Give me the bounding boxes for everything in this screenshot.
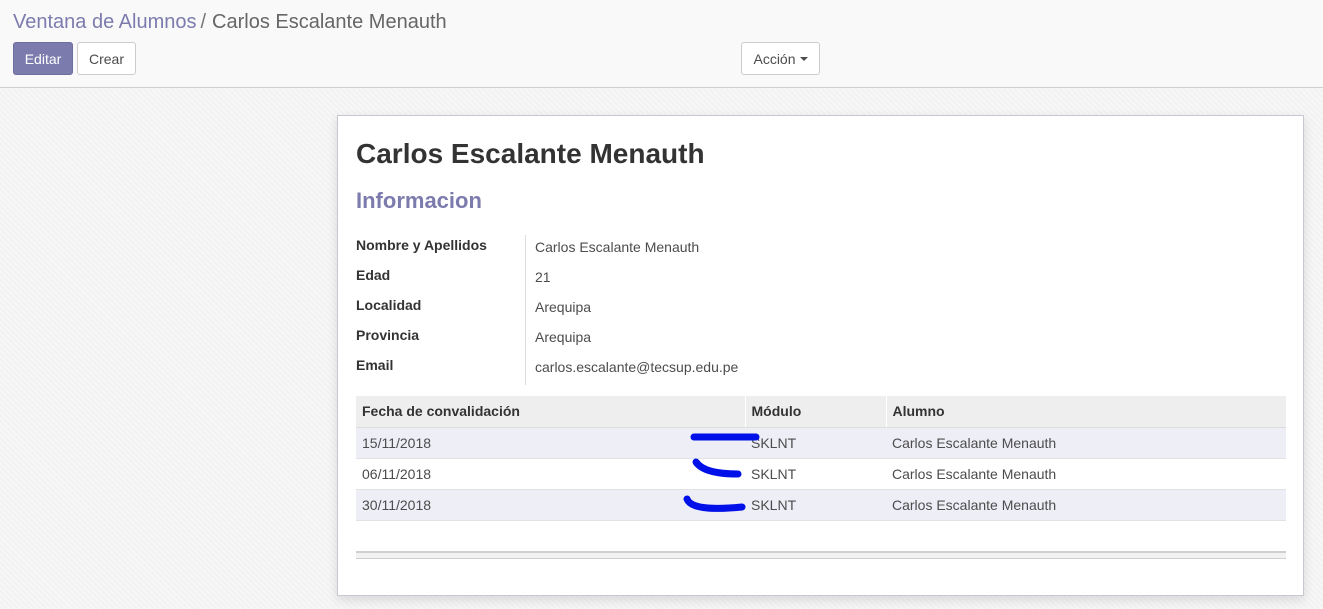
field-value-nombre: Carlos Escalante Menauth (535, 239, 700, 255)
field-value-localidad: Arequipa (535, 299, 592, 315)
table-cell-alumno: Carlos Escalante Menauth (886, 489, 1286, 521)
table-row[interactable]: 15/11/2018 SKLNT Carlos Escalante Menaut… (356, 427, 1286, 459)
control-panel: Ventana de Alumnos / Carlos Escalante Mena… (0, 0, 1323, 88)
breadcrumb: Ventana de Alumnos / Carlos Escalante Mena… (13, 11, 447, 34)
table-cell-modulo: SKLNT (745, 458, 886, 490)
field-value-edad: 21 (535, 269, 551, 285)
column-header-alumno[interactable]: Alumno (885, 396, 1286, 428)
field-divider (525, 235, 526, 385)
table-header-row: Fecha de convalidación Módulo Alumno (356, 396, 1286, 428)
convalidation-table: Fecha de convalidación Módulo Alumno 15/… (356, 396, 1286, 521)
table-cell-alumno: Carlos Escalante Menauth (886, 458, 1286, 490)
field-label-nombre: Nombre y Apellidos (356, 237, 487, 253)
table-cell-modulo: SKLNT (745, 489, 886, 521)
table-row[interactable]: 06/11/2018 SKLNT Carlos Escalante Menaut… (356, 458, 1286, 490)
action-button-label: Acción (753, 50, 796, 67)
form-sheet: Carlos Escalante Menauth Informacion Nom… (337, 115, 1304, 596)
create-button[interactable]: Crear (77, 42, 136, 75)
field-value-provincia: Arequipa (535, 329, 592, 345)
record-title: Carlos Escalante Menauth (356, 138, 705, 169)
field-value-email: carlos.escalante@tecsup.edu.pe (535, 359, 739, 375)
table-cell-fecha: 15/11/2018 (356, 427, 745, 459)
column-header-fecha[interactable]: Fecha de convalidación (356, 396, 745, 428)
table-cell-alumno: Carlos Escalante Menauth (886, 427, 1286, 459)
edit-button[interactable]: Editar (13, 42, 73, 75)
breadcrumb-separator: / (200, 11, 207, 33)
field-label-localidad: Localidad (356, 297, 422, 313)
action-dropdown-button[interactable]: Acción (741, 42, 820, 75)
breadcrumb-current: Carlos Escalante Menauth (212, 11, 447, 33)
table-cell-modulo: SKLNT (745, 427, 886, 459)
breadcrumb-parent-link[interactable]: Ventana de Alumnos (13, 11, 196, 33)
field-label-email: Email (356, 357, 394, 373)
table-footer-separator (356, 551, 1286, 559)
field-label-edad: Edad (356, 267, 391, 283)
caret-down-icon (799, 56, 808, 61)
column-header-modulo[interactable]: Módulo (744, 396, 886, 428)
table-cell-fecha: 30/11/2018 (356, 489, 745, 521)
section-title: Informacion (356, 188, 482, 213)
table-row[interactable]: 30/11/2018 SKLNT Carlos Escalante Menaut… (356, 489, 1286, 521)
field-label-provincia: Provincia (356, 327, 420, 343)
table-cell-fecha: 06/11/2018 (356, 458, 745, 490)
